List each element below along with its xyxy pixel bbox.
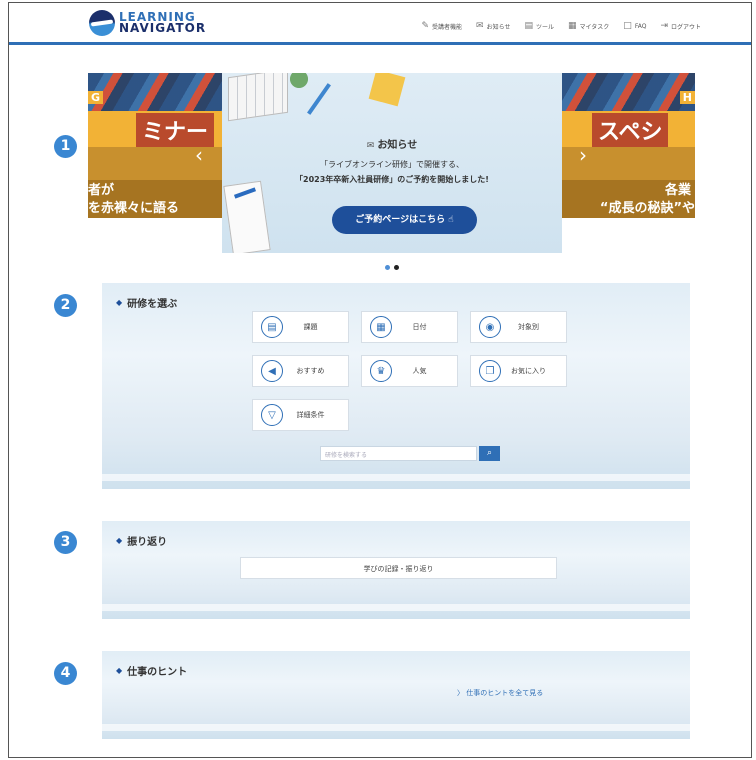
nav-label: ツール	[536, 23, 555, 31]
hints-title-text: 仕事のヒント	[127, 667, 188, 678]
next-slide-headline: スペシ	[592, 113, 669, 147]
pointer-hand-icon: ☝	[448, 215, 454, 225]
nav-label: 受講者機能	[432, 23, 463, 31]
prev-slide-headline: ミナー	[135, 113, 214, 147]
slide-title: ✉ お知らせ	[222, 136, 562, 151]
tile-advanced-filter[interactable]: ▽ 詳細条件	[252, 399, 349, 431]
carousel-main-slide[interactable]: ✉ お知らせ 「ライブオンライン研修」で開催する、 「2023年卒新入社員研修」…	[222, 73, 562, 253]
training-panel-title: ◆ 研修を選ぶ	[116, 295, 177, 310]
reflection-title-text: 振り返り	[127, 537, 168, 548]
mail-icon: ✉	[476, 21, 484, 31]
tile-target[interactable]: ◉ 対象別	[470, 311, 567, 343]
person-icon: ◉	[479, 316, 501, 338]
nav-tools[interactable]: ▤ ツール	[524, 21, 554, 31]
tile-label: おすすめ	[296, 367, 325, 375]
prev-slide-sub2: を赤裸々に語る	[88, 201, 180, 216]
task-icon: ▦	[568, 21, 577, 31]
panel-wave	[102, 474, 690, 481]
task-list-icon: ▤	[261, 316, 283, 338]
nav-label: FAQ	[634, 22, 647, 30]
next-slide-sub1: 各業	[664, 183, 691, 198]
carousel-prev-arrow[interactable]: ‹	[195, 143, 203, 167]
nav-faq[interactable]: □ FAQ	[623, 21, 646, 31]
prev-slide-tag: G	[88, 91, 104, 104]
pencil-icon: ✎	[421, 21, 430, 31]
reflection-panel: ◆ 振り返り 学びの記録・振り返り	[102, 521, 690, 619]
tile-label: 詳細条件	[296, 411, 325, 419]
logo-line-2: NAVIGATOR	[119, 21, 207, 35]
reservation-button-label: ご予約ページはこちら	[355, 215, 446, 225]
tile-favorites[interactable]: ❒ お気に入り	[470, 355, 567, 387]
section-badge-1: 1	[54, 135, 77, 158]
header-nav: ✎ 受講者機能 ✉ お知らせ ▤ ツール ▦ マイタスク □ FAQ ⇥ ログア…	[421, 21, 701, 31]
nav-my-tasks[interactable]: ▦ マイタスク	[568, 21, 609, 31]
diamond-icon: ◆	[116, 666, 123, 675]
tile-label: 日付	[412, 323, 427, 331]
nav-notices[interactable]: ✉ お知らせ	[476, 21, 510, 31]
nav-label: お知らせ	[486, 23, 511, 31]
folder-image	[368, 73, 406, 107]
tile-label: 課題	[303, 323, 318, 331]
logo-mark-icon	[89, 10, 115, 36]
carousel-dot-active[interactable]	[385, 265, 390, 270]
plant-image	[282, 73, 316, 93]
section-badge-4: 4	[54, 662, 77, 685]
carousel-pagination	[385, 265, 399, 270]
work-hints-panel: ◆ 仕事のヒント 〉 仕事のヒントを全て見る	[102, 651, 690, 739]
learning-record-button[interactable]: 学びの記録・振り返り	[240, 557, 557, 579]
carousel-dot[interactable]	[394, 265, 399, 270]
top-header: LEARNING NAVIGATOR ✎ 受講者機能 ✉ お知らせ ▤ ツール …	[9, 3, 751, 45]
slide-line-2: 「2023年卒新入社員研修」のご予約を開始しました!	[295, 175, 489, 184]
book-icon: □	[623, 21, 632, 31]
bookmark-icon: ❒	[479, 360, 501, 382]
view-all-hints-link[interactable]: 〉 仕事のヒントを全て見る	[457, 688, 543, 698]
tile-recommended[interactable]: ◀ おすすめ	[252, 355, 349, 387]
tile-date[interactable]: ▦ 日付	[361, 311, 458, 343]
learning-navigator-logo[interactable]: LEARNING NAVIGATOR	[89, 9, 206, 37]
crown-icon: ♛	[370, 360, 392, 382]
reservation-button[interactable]: ご予約ページはこちら ☝	[332, 206, 477, 234]
megaphone-icon: ◀	[261, 360, 283, 382]
search-icon[interactable]: ⌕	[479, 446, 500, 461]
filter-icon: ▽	[261, 404, 283, 426]
nav-label: マイタスク	[579, 23, 610, 31]
tool-icon: ▤	[524, 21, 533, 31]
tile-label: 人気	[412, 367, 427, 375]
training-select-panel: ◆ 研修を選ぶ ▤ 課題 ▦ 日付 ◉ 対象別 ◀ おすすめ ♛ 人気 ❒ お気…	[102, 283, 690, 489]
logout-icon: ⇥	[660, 21, 668, 31]
nav-label: ログアウト	[670, 23, 701, 31]
tile-label: 対象別	[518, 323, 539, 331]
reflection-panel-title: ◆ 振り返り	[116, 533, 167, 548]
tile-label: お気に入り	[511, 367, 546, 375]
panel-wave	[102, 724, 690, 731]
prev-slide-sub1: 者が	[88, 183, 115, 198]
training-search-input[interactable]: 研修を検索する	[320, 446, 477, 461]
carousel-next-arrow[interactable]: ›	[579, 143, 587, 167]
nav-logout[interactable]: ⇥ ログアウト	[660, 21, 701, 31]
logo-text: LEARNING NAVIGATOR	[119, 11, 207, 35]
tile-assignment[interactable]: ▤ 課題	[252, 311, 349, 343]
nav-learner-functions[interactable]: ✎ 受講者機能	[421, 21, 462, 31]
diamond-icon: ◆	[116, 536, 123, 545]
hints-panel-title: ◆ 仕事のヒント	[116, 663, 187, 678]
keyboard-image	[228, 73, 288, 122]
panel-wave	[102, 604, 690, 611]
page-frame: LEARNING NAVIGATOR ✎ 受講者機能 ✉ お知らせ ▤ ツール …	[8, 2, 752, 758]
slide-line-1: 「ライブオンライン研修」で開催する、	[320, 160, 464, 169]
section-badge-3: 3	[54, 531, 77, 554]
training-title-text: 研修を選ぶ	[127, 299, 178, 310]
next-slide-tag: H	[679, 91, 695, 104]
diamond-icon: ◆	[116, 298, 123, 307]
calendar-icon: ▦	[370, 316, 392, 338]
mail-icon: ✉	[366, 141, 378, 151]
next-slide-sub2: “成長の秘訣”や	[599, 201, 695, 216]
section-badge-2: 2	[54, 294, 77, 317]
slide-title-text: お知らせ	[377, 140, 418, 151]
tile-popular[interactable]: ♛ 人気	[361, 355, 458, 387]
